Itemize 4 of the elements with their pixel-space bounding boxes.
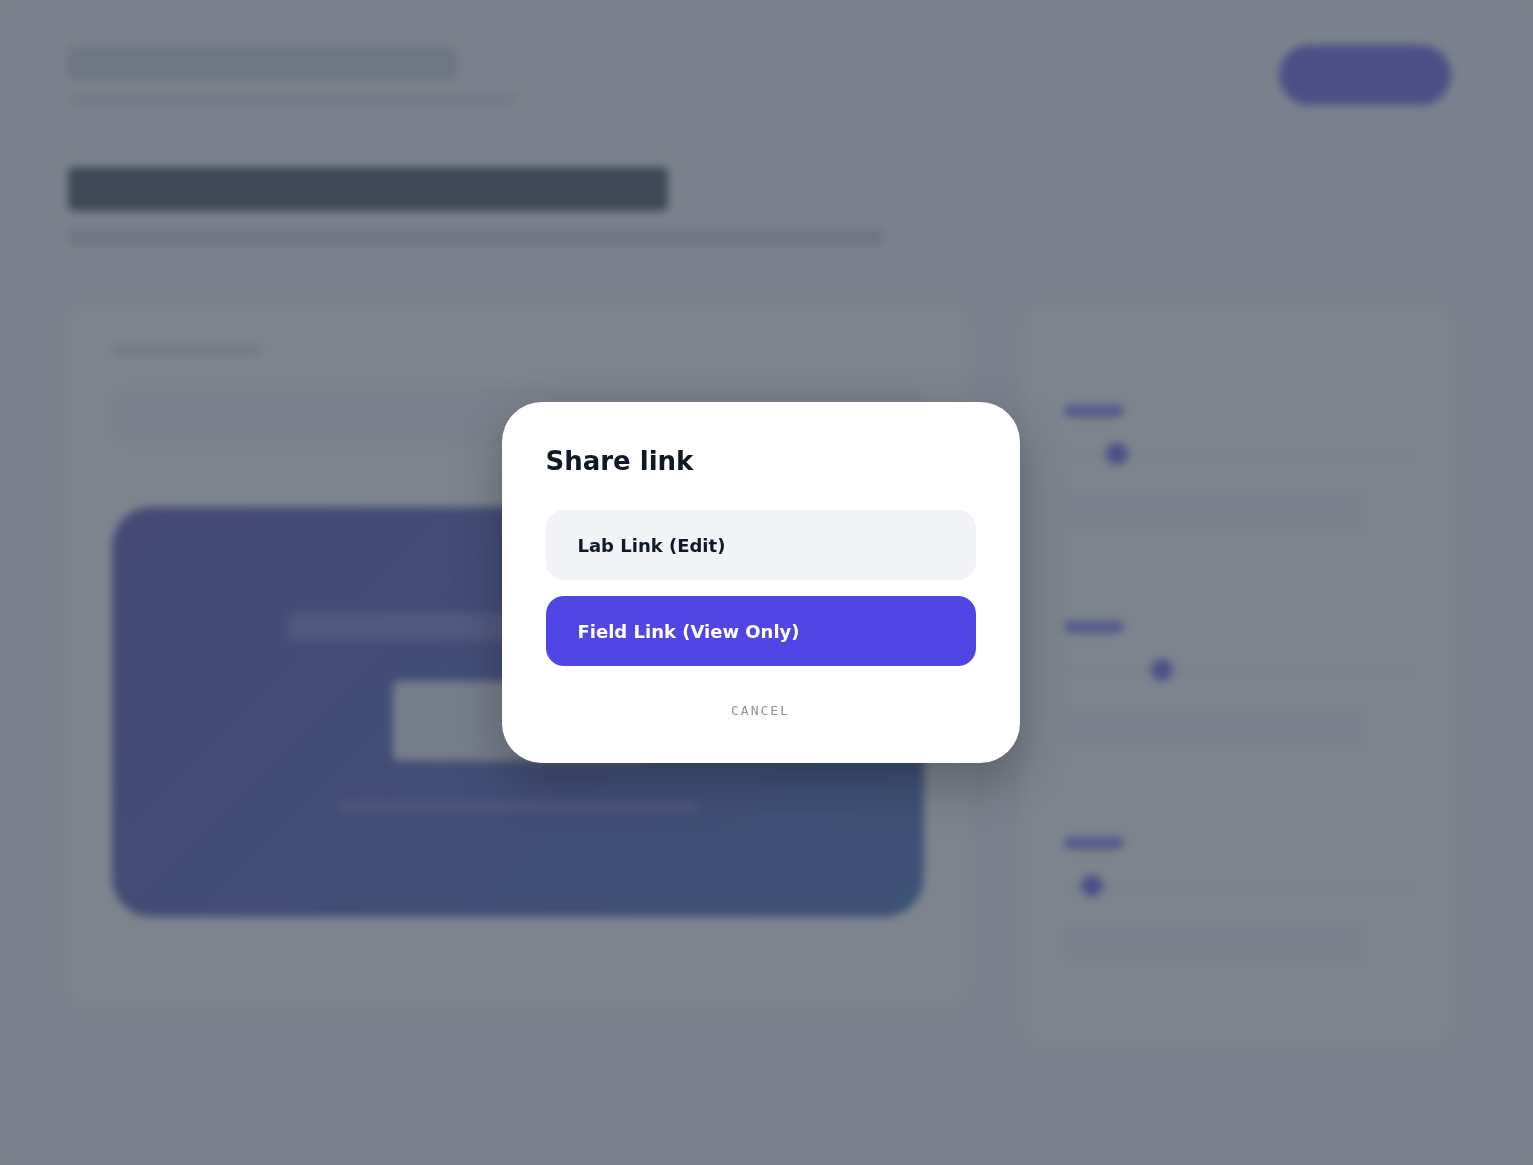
link-option[interactable]: Lab Link (Edit) xyxy=(545,510,976,580)
link-option[interactable]: Field Link (View Only) xyxy=(545,596,976,666)
dialog-title: Share link xyxy=(545,446,695,476)
cancel-button[interactable]: CANCEL xyxy=(725,702,796,719)
